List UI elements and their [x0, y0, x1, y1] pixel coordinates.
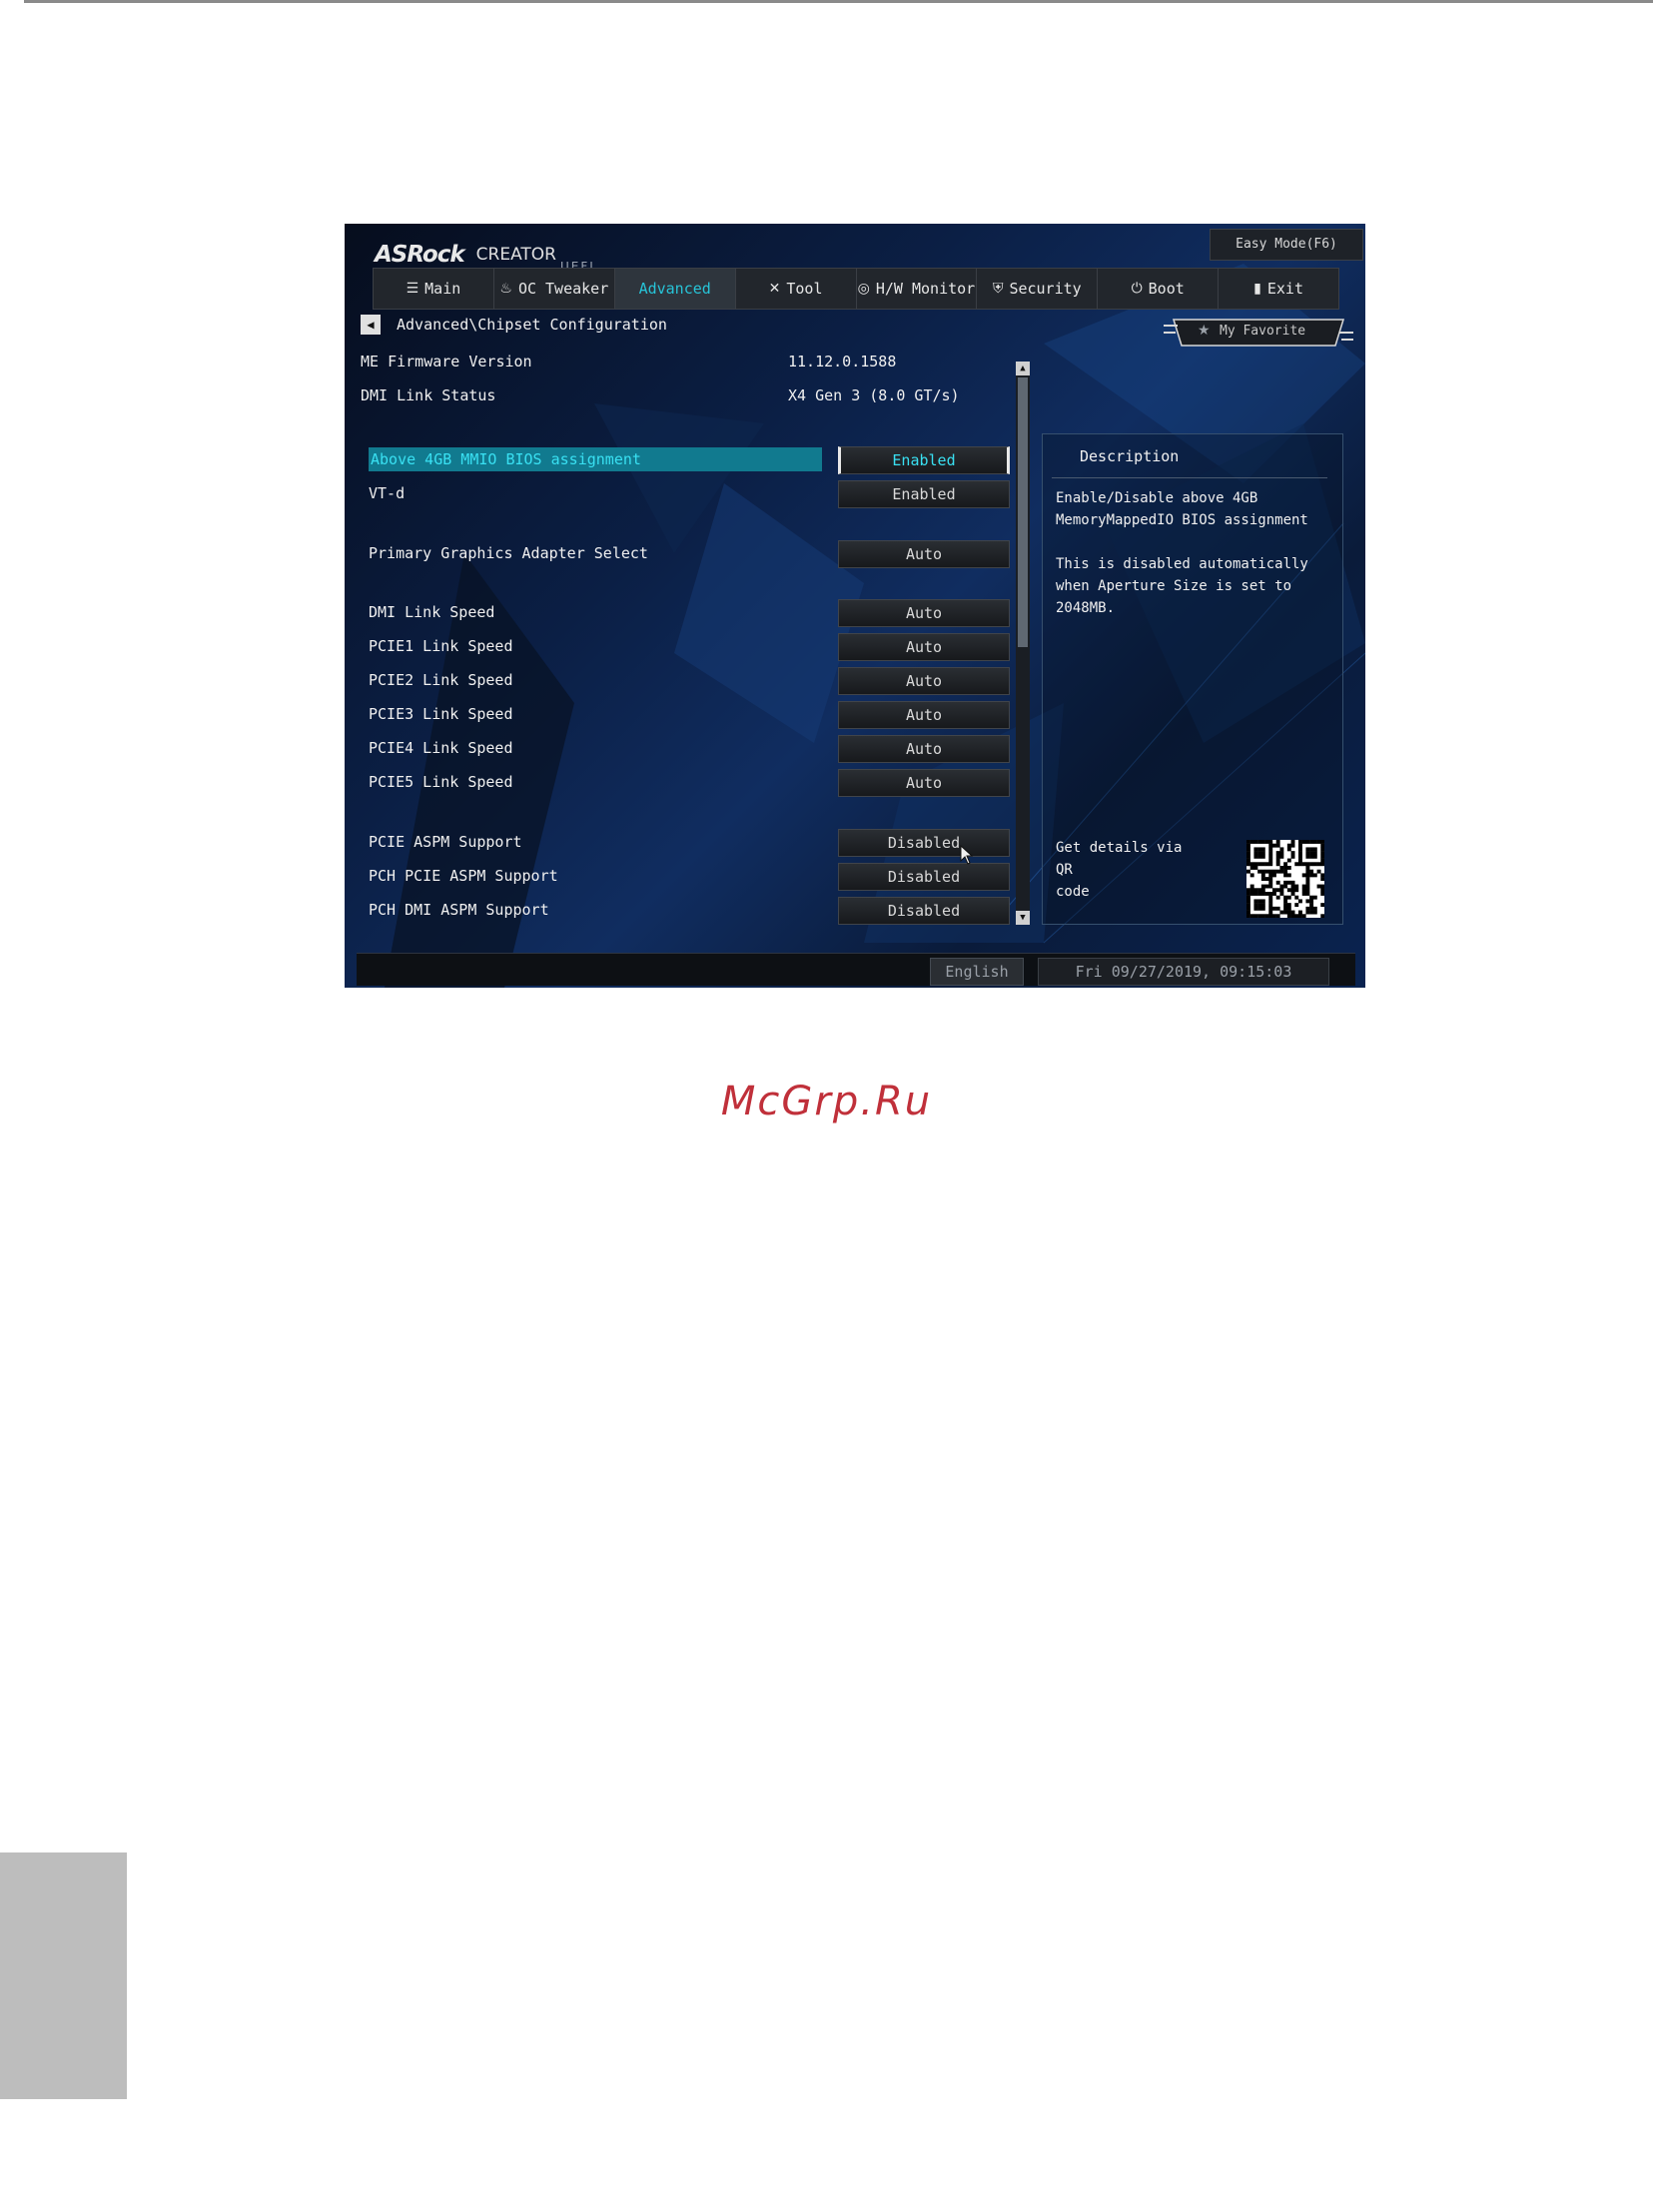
tab-advanced[interactable]: Advanced [614, 269, 736, 309]
setting-value-pcie4-link-speed[interactable]: Auto [838, 735, 1010, 763]
tab-label: H/W Monitor [875, 280, 976, 298]
asrock-logo: ASRock CREATOR UEFI [375, 232, 595, 274]
main-tab-bar: ☰ Main ♨ OC Tweaker Advanced ✕ Tool ◎ H/W Mo… [373, 268, 1339, 310]
setting-value-dmi-link-speed[interactable]: Auto [838, 599, 1010, 627]
description-title: Description [1080, 447, 1180, 465]
description-line: 2048MB. [1056, 600, 1116, 616]
logo-model: CREATOR [475, 245, 556, 265]
info-value-dmi-link-status: X4 Gen 3 (8.0 GT/s) [788, 386, 960, 404]
monitor-icon: ◎ [857, 281, 870, 297]
setting-value-primary-graphics[interactable]: Auto [838, 540, 1010, 568]
setting-label-pcie1-link-speed[interactable]: PCIE1 Link Speed [369, 634, 513, 658]
setting-label-pcie4-link-speed[interactable]: PCIE4 Link Speed [369, 736, 513, 760]
info-value-me-firmware: 11.12.0.1588 [788, 353, 897, 370]
list-icon: ☰ [406, 281, 419, 297]
bios-screen: ASRock CREATOR UEFI Easy Mode(F6) ☰ Main … [345, 224, 1365, 988]
setting-value-pcie3-link-speed[interactable]: Auto [838, 701, 1010, 729]
setting-label-pcie-aspm[interactable]: PCIE ASPM Support [369, 830, 522, 854]
qr-caption-line: Get details via QR [1056, 840, 1183, 878]
setting-value-pcie1-link-speed[interactable]: Auto [838, 633, 1010, 661]
mouse-cursor-icon [960, 845, 974, 865]
power-icon: ⏻ [1131, 281, 1143, 297]
setting-value-pch-pcie-aspm[interactable]: Disabled [838, 863, 1010, 891]
tools-icon: ✕ [768, 281, 781, 297]
exit-door-icon: ▮ [1253, 281, 1261, 297]
tab-label: Security [1009, 280, 1082, 298]
star-icon: ★ [1198, 323, 1211, 339]
tab-label: Exit [1266, 280, 1303, 298]
tab-security[interactable]: ⛨ Security [977, 269, 1099, 309]
qr-code-pattern [1246, 840, 1325, 919]
info-label-me-firmware: ME Firmware Version [361, 353, 532, 370]
setting-label-primary-graphics[interactable]: Primary Graphics Adapter Select [369, 541, 648, 565]
tab-oc-tweaker[interactable]: ♨ OC Tweaker [494, 269, 615, 309]
setting-label-above-4gb-mmio[interactable]: Above 4GB MMIO BIOS assignment [369, 447, 822, 471]
tab-label: Tool [786, 280, 823, 298]
description-line: Enable/Disable above 4GB [1056, 490, 1258, 506]
back-button[interactable]: ◀ [361, 315, 381, 335]
scroll-up-arrow-icon[interactable]: ▲ [1016, 362, 1030, 375]
setting-label-pcie5-link-speed[interactable]: PCIE5 Link Speed [369, 770, 513, 794]
description-line: MemoryMappedIO BIOS assignment [1056, 512, 1308, 528]
qr-caption-line: code [1056, 884, 1090, 900]
setting-value-pcie2-link-speed[interactable]: Auto [838, 667, 1010, 695]
tab-exit[interactable]: ▮ Exit [1219, 269, 1338, 309]
tab-tool[interactable]: ✕ Tool [736, 269, 857, 309]
setting-value-pch-dmi-aspm[interactable]: Disabled [838, 897, 1010, 925]
tab-label: OC Tweaker [517, 280, 609, 298]
setting-label-pch-dmi-aspm[interactable]: PCH DMI ASPM Support [369, 898, 549, 922]
setting-label-vt-d[interactable]: VT-d [369, 481, 405, 505]
setting-value-above-4gb-mmio[interactable]: Enabled [838, 446, 1010, 474]
scroll-down-arrow-icon[interactable]: ▼ [1016, 911, 1030, 925]
setting-label-pcie2-link-speed[interactable]: PCIE2 Link Speed [369, 668, 513, 692]
info-label-dmi-link-status: DMI Link Status [361, 386, 496, 404]
setting-value-vt-d[interactable]: Enabled [838, 480, 1010, 508]
watermark-text: McGrp.Ru [720, 1079, 933, 1124]
scrollbar-thumb[interactable] [1018, 377, 1028, 647]
tab-label: Boot [1148, 280, 1185, 298]
breadcrumb-path: Advanced\Chipset Configuration [397, 316, 667, 334]
qr-code-icon [1246, 840, 1325, 919]
setting-label-dmi-link-speed[interactable]: DMI Link Speed [369, 600, 494, 624]
tab-hw-monitor[interactable]: ◎ H/W Monitor [857, 269, 978, 309]
shield-icon: ⛨ [992, 281, 1004, 297]
datetime-display: Fri 09/27/2019, 09:15:03 [1038, 958, 1329, 986]
tab-label: Main [424, 280, 461, 298]
setting-value-pcie-aspm[interactable]: Disabled [838, 829, 1010, 857]
breadcrumb: ◀ Advanced\Chipset Configuration [361, 312, 667, 338]
setting-value-pcie5-link-speed[interactable]: Auto [838, 769, 1010, 797]
tab-main[interactable]: ☰ Main [374, 269, 494, 309]
my-favorite-button[interactable]: ★ My Favorite [1164, 316, 1353, 350]
logo-brand: ASRock [375, 242, 465, 268]
qr-caption: Get details via QR code [1056, 837, 1206, 903]
language-button[interactable]: English [930, 958, 1024, 986]
page-side-tab [0, 1852, 127, 2099]
favorite-label: My Favorite [1220, 324, 1306, 339]
tab-boot[interactable]: ⏻ Boot [1098, 269, 1220, 309]
arrow-left-icon: ◀ [367, 318, 375, 332]
description-line: This is disabled automatically [1056, 556, 1308, 572]
description-line: when Aperture Size is set to [1056, 578, 1292, 594]
description-divider [1052, 477, 1327, 478]
tab-label: Advanced [638, 280, 711, 298]
page-top-rule [24, 0, 1653, 3]
easy-mode-button[interactable]: Easy Mode(F6) [1210, 229, 1363, 261]
setting-label-pcie3-link-speed[interactable]: PCIE3 Link Speed [369, 702, 513, 726]
flame-icon: ♨ [499, 281, 512, 297]
setting-label-pch-pcie-aspm[interactable]: PCH PCIE ASPM Support [369, 864, 558, 888]
